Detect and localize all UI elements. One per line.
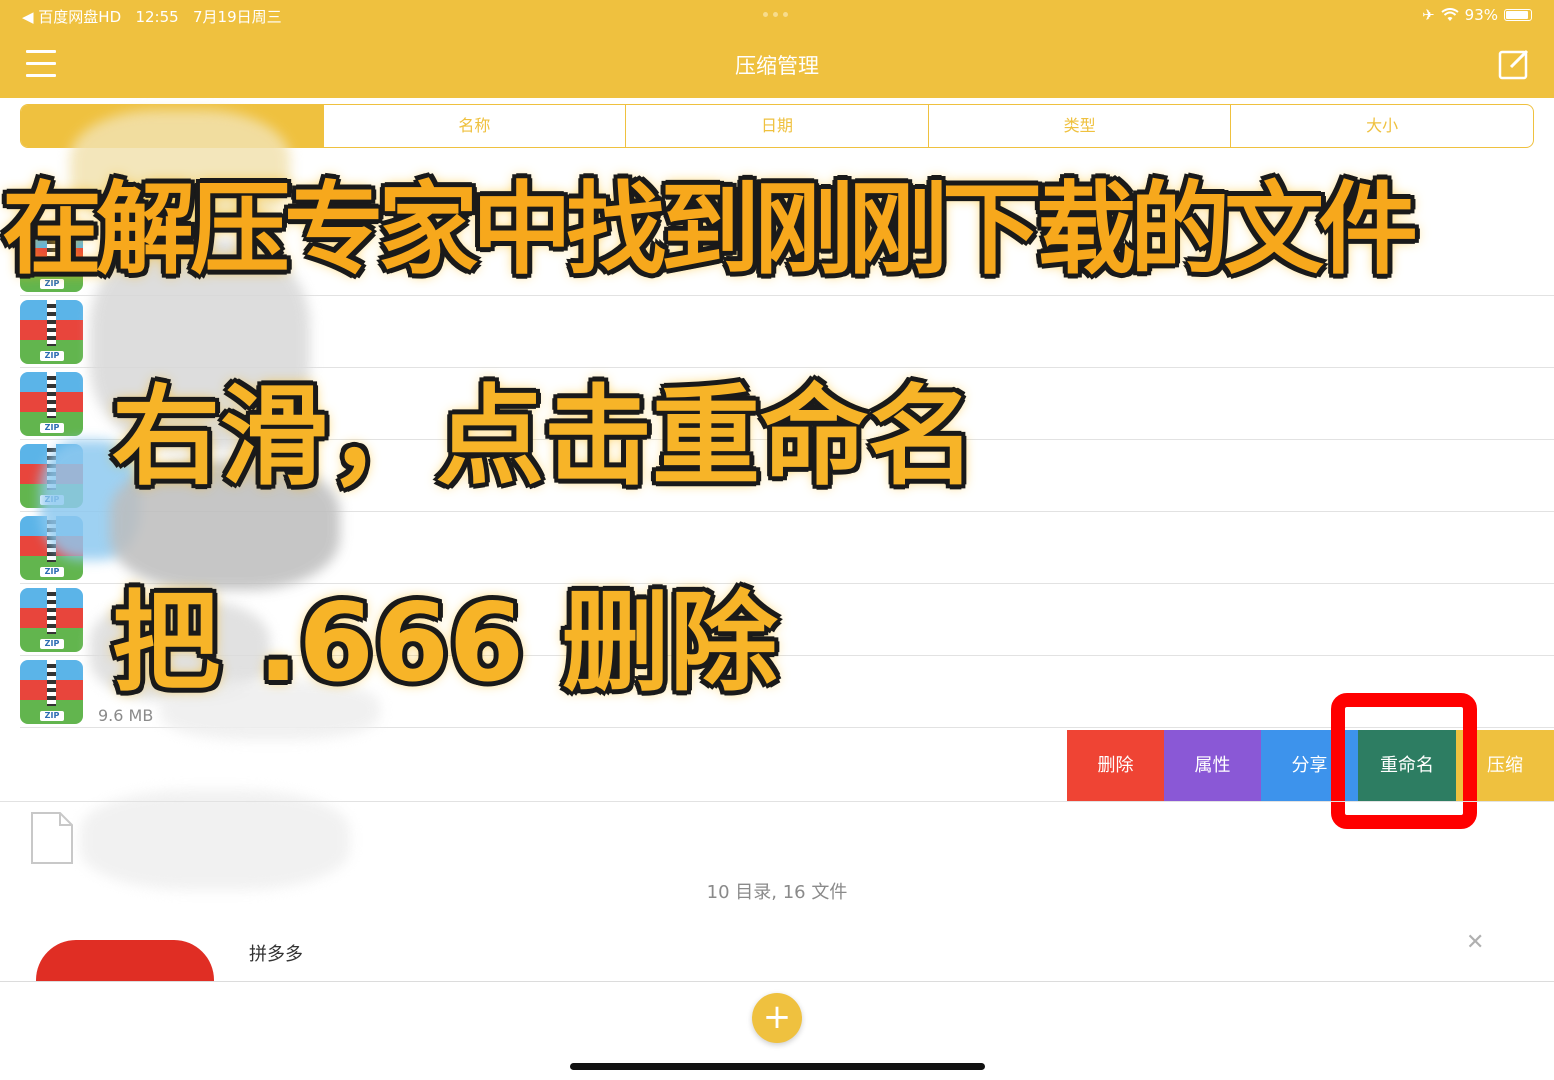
zip-file-icon: ZIP [20,300,83,364]
caption-line-3: 把 .666 删除 [112,581,778,706]
airplane-icon: ✈ [1422,6,1435,24]
zip-file-icon: ZIP [20,372,83,436]
properties-button[interactable]: 属性 [1164,730,1261,802]
status-time: 12:55 [135,8,179,26]
add-button[interactable]: + [752,993,802,1043]
ad-logo[interactable] [36,940,214,982]
close-icon[interactable]: ✕ [1466,930,1484,955]
swipe-actions: 删除 属性 分享 重命名 压缩 [1067,730,1554,802]
highlight-box [1331,693,1477,829]
home-indicator [570,1063,985,1070]
multitask-dots-icon[interactable] [763,12,788,17]
zip-file-icon: ZIP [20,660,83,724]
status-bar-right: ✈ 93% [1422,6,1532,24]
sort-tab-date[interactable]: 日期 [625,105,928,147]
battery-percent: 93% [1464,6,1498,24]
back-to-app-link[interactable]: ◀ 百度网盘HD [22,8,121,26]
sort-tab-name[interactable]: 名称 [322,105,626,147]
zip-file-icon: ZIP [20,588,83,652]
edit-icon[interactable] [1498,48,1530,80]
status-date: 7月19日周三 [193,8,282,26]
wifi-icon [1441,8,1459,21]
divider [0,801,1554,802]
ad-title[interactable]: 拼多多 [249,940,303,966]
scribble-overlay [80,790,350,890]
document-icon [31,812,73,864]
page-title: 压缩管理 [735,54,819,78]
sort-tab-type[interactable]: 类型 [927,105,1231,147]
folder-summary: 10 目录, 16 文件 [706,882,848,903]
delete-button[interactable]: 删除 [1067,730,1164,802]
battery-icon [1504,9,1532,21]
caption-line-1: 在解压专家中找到刚刚下载的文件 [2,171,1418,288]
caption-line-2: 右滑，点击重命名 [112,375,977,500]
sort-tab-size[interactable]: 大小 [1230,105,1533,147]
navigation-bar: ◀ 百度网盘HD 12:55 7月19日周三 ✈ 93% 压缩管理 [0,0,1554,98]
status-bar-left: ◀ 百度网盘HD 12:55 7月19日周三 [22,6,282,27]
divider [0,981,1554,982]
